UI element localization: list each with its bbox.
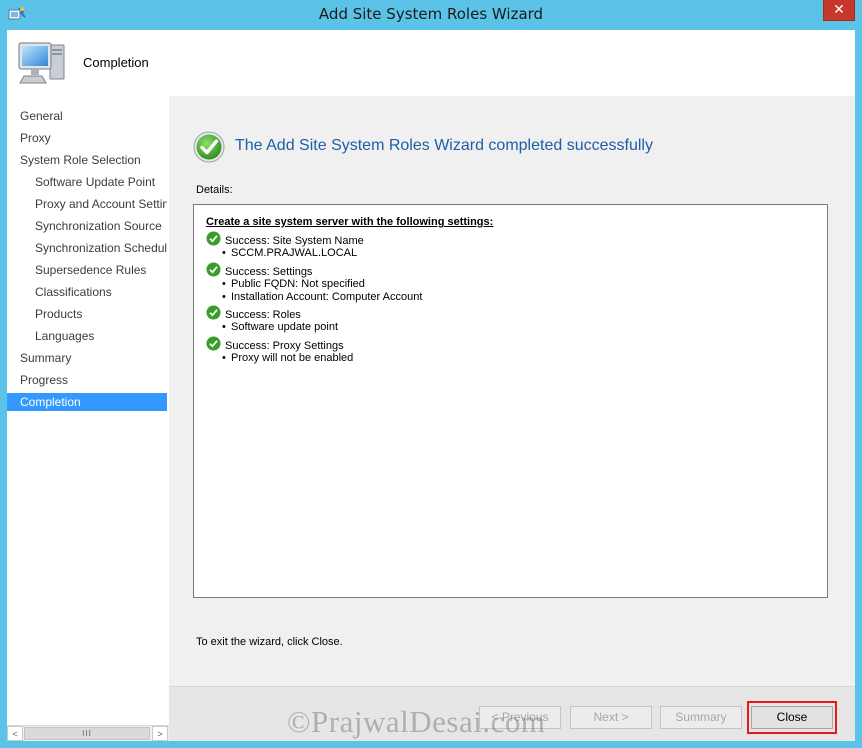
details-textbox[interactable]: Create a site system server with the fol… xyxy=(193,204,828,598)
success-check-icon xyxy=(206,336,221,351)
details-bullet: Installation Account: Computer Account xyxy=(222,291,422,303)
title-bar[interactable]: Add Site System Roles Wizard ✕ xyxy=(0,0,862,30)
scroll-right-arrow-icon[interactable]: > xyxy=(152,726,168,741)
details-status-roles: Success: Roles xyxy=(225,309,301,321)
success-heading: The Add Site System Roles Wizard complet… xyxy=(235,137,653,154)
computer-icon xyxy=(18,42,65,84)
details-status-settings: Success: Settings xyxy=(225,266,313,278)
nav-item-synchronization-source[interactable]: Synchronization Source xyxy=(7,217,167,235)
exit-instructions: To exit the wizard, click Close. xyxy=(196,636,343,648)
close-button[interactable]: Close xyxy=(751,706,833,729)
nav-item-software-update-point[interactable]: Software Update Point xyxy=(7,173,167,191)
scroll-left-arrow-icon[interactable]: < xyxy=(7,726,23,741)
nav-item-classifications[interactable]: Classifications xyxy=(7,283,167,301)
nav-horizontal-scrollbar[interactable]: < III > xyxy=(7,725,169,741)
scroll-thumb[interactable]: III xyxy=(24,727,150,740)
wizard-main-panel: The Add Site System Roles Wizard complet… xyxy=(169,96,855,686)
details-bullet: Proxy will not be enabled xyxy=(222,352,353,364)
wizard-client-area: Completion General Proxy System Role Sel… xyxy=(7,30,855,741)
details-label: Details: xyxy=(196,184,233,196)
wizard-window: Add Site System Roles Wizard ✕ Completio… xyxy=(0,0,862,748)
nav-item-summary[interactable]: Summary xyxy=(7,349,167,367)
success-check-icon xyxy=(193,131,225,163)
nav-item-progress[interactable]: Progress xyxy=(7,371,167,389)
details-bullet: Public FQDN: Not specified xyxy=(222,278,365,290)
details-bullet: Software update point xyxy=(222,321,338,333)
nav-item-synchronization-schedule[interactable]: Synchronization Schedule xyxy=(7,239,167,257)
success-check-icon xyxy=(206,262,221,277)
next-button[interactable]: Next > xyxy=(570,706,652,729)
wizard-nav: General Proxy System Role Selection Soft… xyxy=(7,96,169,725)
success-check-icon xyxy=(206,305,221,320)
nav-item-general[interactable]: General xyxy=(7,107,167,125)
wizard-header: Completion xyxy=(7,30,855,96)
success-check-icon xyxy=(206,231,221,246)
window-title: Add Site System Roles Wizard xyxy=(318,5,544,23)
nav-item-supersedence-rules[interactable]: Supersedence Rules xyxy=(7,261,167,279)
nav-item-system-role-selection[interactable]: System Role Selection xyxy=(7,151,167,169)
summary-button[interactable]: Summary xyxy=(660,706,742,729)
page-title: Completion xyxy=(83,55,149,70)
details-heading: Create a site system server with the fol… xyxy=(206,216,494,228)
nav-item-completion[interactable]: Completion xyxy=(7,393,167,411)
details-status-site-system-name: Success: Site System Name xyxy=(225,235,364,247)
nav-item-languages[interactable]: Languages xyxy=(7,327,167,345)
nav-item-proxy-and-account-settings[interactable]: Proxy and Account Settings xyxy=(7,195,167,213)
window-close-button[interactable]: ✕ xyxy=(823,0,855,21)
nav-item-products[interactable]: Products xyxy=(7,305,167,323)
details-status-proxy-settings: Success: Proxy Settings xyxy=(225,340,344,352)
watermark: ©PrajwalDesai.com xyxy=(287,704,546,739)
details-bullet: SCCM.PRAJWAL.LOCAL xyxy=(222,247,357,259)
nav-item-proxy[interactable]: Proxy xyxy=(7,129,167,147)
